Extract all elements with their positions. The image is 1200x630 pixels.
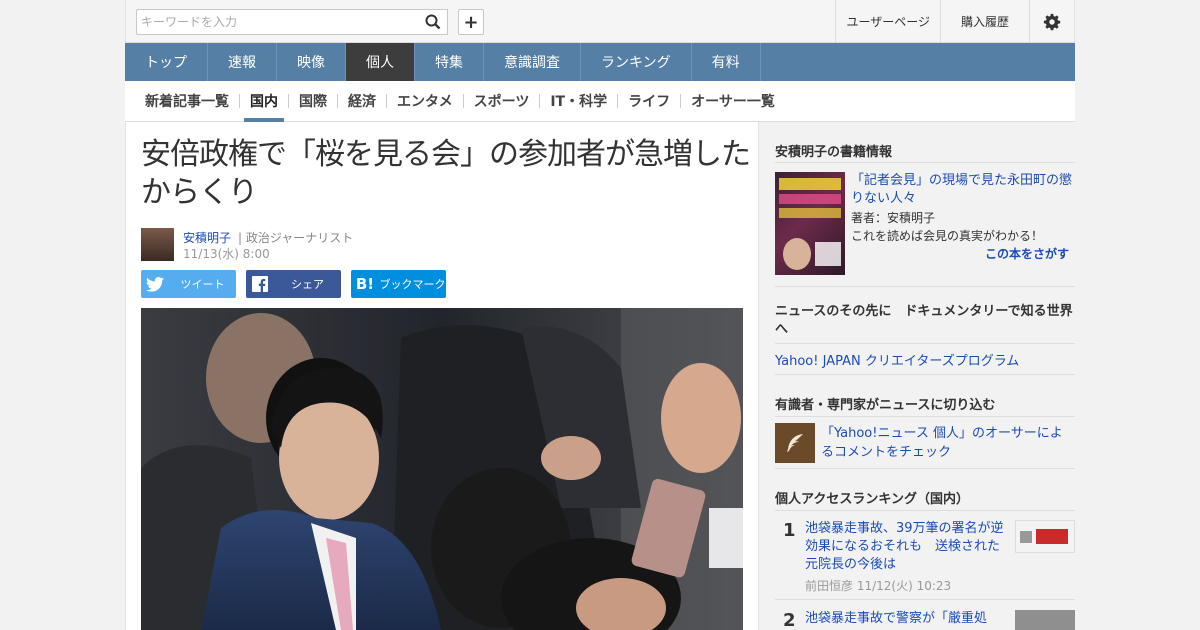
divider (775, 468, 1075, 469)
subnav-new-articles[interactable]: 新着記事一覧 (135, 81, 239, 122)
add-button[interactable]: + (458, 9, 484, 35)
author-role: | 政治ジャーナリスト (238, 231, 354, 245)
article: 安倍政権で「桜を見る会」の参加者が急増したからくり 安積明子 | 政治ジャーナリ… (125, 122, 759, 630)
settings-button[interactable] (1029, 0, 1074, 43)
divider (775, 599, 1075, 600)
book-description: これを読めば会見の真実がわかる！ (851, 229, 1044, 243)
hatena-bookmark-label: ブックマーク (379, 278, 446, 291)
sub-nav: 新着記事一覧 国内 国際 経済 エンタメ スポーツ IT・科学 ライフ オーサー… (125, 81, 1075, 122)
divider (775, 162, 1075, 163)
ranking-item-link[interactable]: 池袋暴走事故、39万筆の署名が逆効果になるおそれも 送検された元院長の今後は (805, 520, 1007, 574)
article-title: 安倍政権で「桜を見る会」の参加者が急増したからくり (141, 137, 751, 210)
subnav-sports[interactable]: スポーツ (464, 81, 540, 122)
creators-program-link[interactable]: Yahoo! JAPAN クリエイターズプログラム (775, 350, 1019, 369)
author-comments-link[interactable]: 「Yahoo!ニュース 個人」のオーサーによるコメントをチェック (821, 424, 1071, 462)
book-author: 著者：安積明子 (851, 211, 936, 225)
rank-number: 1 (783, 520, 796, 541)
divider (775, 416, 1075, 417)
book-cover-image[interactable] (775, 172, 845, 275)
expert-heading: 有識者・専門家がニュースに切り込む (775, 398, 996, 413)
divider (775, 286, 1075, 287)
subnav-entertainment[interactable]: エンタメ (387, 81, 463, 122)
nav-video[interactable]: 映像 (277, 43, 346, 81)
search-box (136, 9, 421, 35)
search-icon (425, 14, 440, 30)
documentary-heading: ニュースのその先に ドキュメンタリーで知る世界へ (775, 304, 1073, 337)
subnav-it-science[interactable]: IT・科学 (540, 81, 617, 122)
subnav-life[interactable]: ライフ (618, 81, 680, 122)
books-heading: 安積明子の書籍情報 (775, 145, 893, 160)
nav-survey[interactable]: 意識調査 (484, 43, 581, 81)
nav-breaking[interactable]: 速報 (208, 43, 277, 81)
nav-individual[interactable]: 個人 (346, 43, 415, 81)
hatena-bookmark-icon: B! (355, 275, 375, 293)
sidebar: 安積明子の書籍情報 「記者会見」の現場で見た永田町の懲りない人々 著者：安積明子… (759, 122, 1075, 630)
divider (775, 510, 1075, 511)
facebook-share-label: シェア (291, 278, 324, 291)
feather-icon[interactable] (775, 423, 815, 463)
plus-icon: + (463, 11, 479, 33)
subnav-economy[interactable]: 経済 (338, 81, 386, 122)
nav-top[interactable]: トップ (125, 43, 208, 81)
hatena-bookmark-button[interactable]: B! ブックマーク (351, 270, 446, 298)
facebook-share-button[interactable]: シェア (246, 270, 341, 298)
rank-number: 2 (783, 610, 796, 630)
search-button[interactable] (418, 9, 448, 35)
main-nav: トップ 速報 映像 個人 特集 意識調査 ランキング 有料 (125, 43, 1075, 81)
nav-paid[interactable]: 有料 (692, 43, 761, 81)
author-avatar[interactable] (141, 228, 174, 261)
nav-ranking[interactable]: ランキング (581, 43, 692, 81)
gear-icon (1043, 13, 1061, 30)
user-page-link[interactable]: ユーザーページ (835, 0, 940, 43)
twitter-icon (141, 276, 169, 292)
ranking-item-link[interactable]: 池袋暴走事故で警察が「厳重処 (805, 610, 1007, 628)
subnav-authors[interactable]: オーサー一覧 (681, 81, 785, 122)
article-hero-image (141, 308, 743, 630)
divider (775, 343, 1075, 344)
subnav-domestic[interactable]: 国内 (240, 81, 288, 122)
divider (775, 374, 1075, 375)
ranking-item-meta: 前田恒彦 11/12(火) 10:23 (805, 579, 952, 593)
book-title-link[interactable]: 「記者会見」の現場で見た永田町の懲りない人々 (851, 172, 1073, 208)
tweet-button[interactable]: ツイート (141, 270, 236, 298)
ranking-heading: 個人アクセスランキング（国内） (775, 492, 969, 507)
subnav-international[interactable]: 国際 (289, 81, 337, 122)
tweet-label: ツイート (180, 278, 225, 291)
top-bar: + ユーザーページ 購入履歴 (125, 0, 1075, 43)
facebook-icon (246, 276, 274, 292)
nav-feature[interactable]: 特集 (415, 43, 484, 81)
author-name[interactable]: 安積明子 (183, 229, 231, 246)
search-input[interactable] (141, 13, 411, 31)
ranking-thumbnail[interactable] (1015, 610, 1075, 630)
find-book-link[interactable]: この本をさがす (985, 245, 1069, 262)
purchase-history-link[interactable]: 購入履歴 (939, 0, 1029, 43)
ranking-thumbnail[interactable] (1015, 520, 1075, 553)
article-date: 11/13(水) 8:00 (183, 247, 270, 261)
